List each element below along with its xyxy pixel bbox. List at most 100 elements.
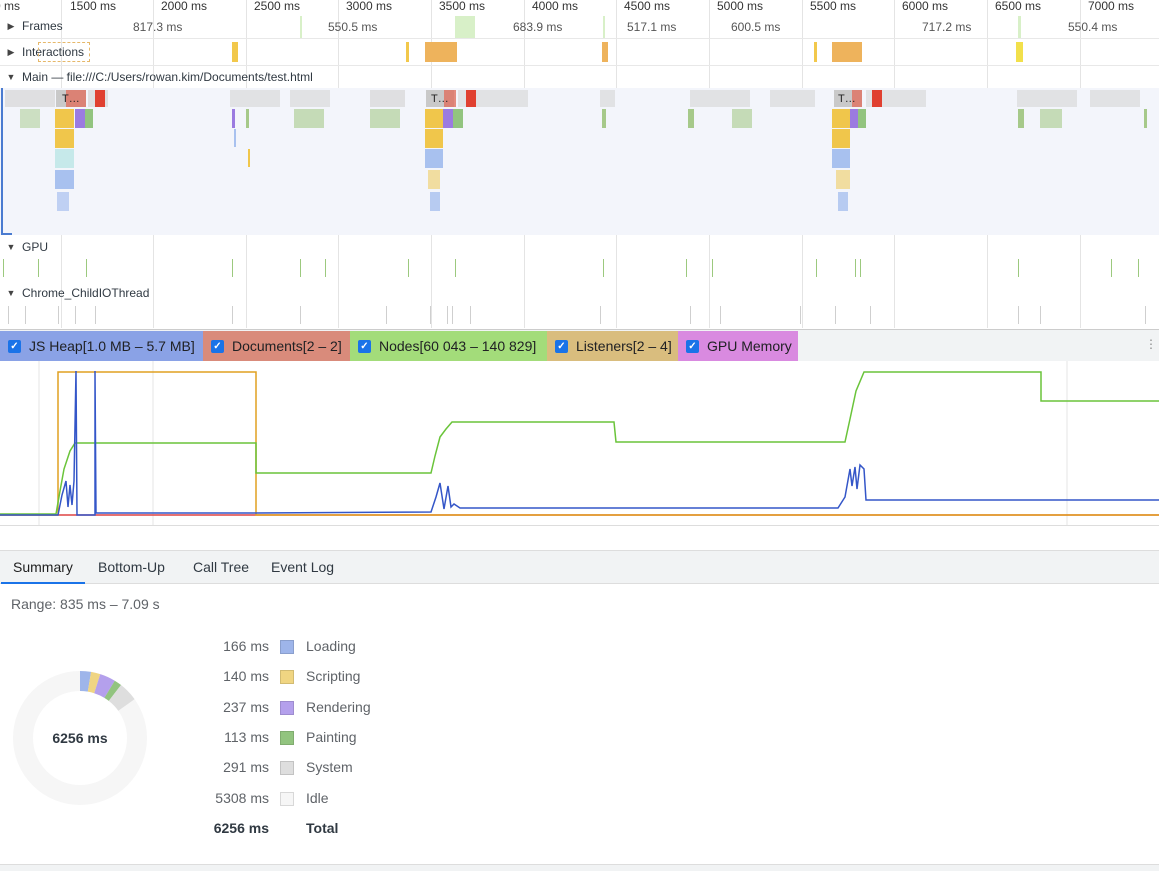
checkbox-checked-icon[interactable]: ✓ — [686, 339, 699, 353]
collapse-triangle-icon[interactable]: ▼ — [0, 288, 22, 298]
legend-label: Rendering — [306, 699, 371, 715]
legend-swatch — [280, 792, 294, 806]
checkbox-checked-icon[interactable]: ✓ — [211, 339, 224, 353]
counter-label: GPU Memory — [707, 338, 792, 354]
main-track-header[interactable]: ▼ Main — file:///C:/Users/rowan.kim/Docu… — [0, 67, 1159, 87]
divider — [0, 38, 1159, 39]
expand-triangle-icon[interactable]: ▶ — [0, 47, 22, 58]
legend-total-value: 6256 ms — [213, 820, 269, 836]
legend-value: 113 ms — [224, 729, 269, 745]
ruler-tick: 4500 ms — [624, 0, 671, 13]
interaction-block[interactable] — [38, 42, 90, 62]
track-title: Chrome_ChildIOThread — [22, 286, 150, 300]
checkbox-checked-icon[interactable]: ✓ — [358, 339, 371, 353]
collapse-triangle-icon[interactable]: ▼ — [0, 72, 22, 82]
interaction-block[interactable] — [1016, 42, 1023, 62]
interaction-block[interactable] — [406, 42, 409, 62]
checkbox-checked-icon[interactable]: ✓ — [8, 339, 21, 353]
checkbox-checked-icon[interactable]: ✓ — [555, 339, 568, 353]
io-thread-events[interactable] — [0, 304, 1159, 326]
ruler-tick: 4000 ms — [532, 0, 579, 13]
legend-value: 5308 ms — [215, 790, 269, 806]
counter-documents[interactable]: ✓ Documents[2 – 2] — [203, 331, 350, 361]
legend-row-painting: 113 ms Painting — [190, 729, 490, 749]
ruler-tick: 0 ms — [0, 0, 21, 13]
small-event-ticks — [20, 109, 1147, 167]
interaction-block[interactable] — [425, 42, 457, 62]
frame-block[interactable] — [300, 16, 302, 38]
tab-bottom-up[interactable]: Bottom-Up — [86, 551, 177, 584]
task-blocks — [56, 90, 882, 107]
frame-block[interactable] — [603, 16, 605, 38]
legend-value: 237 ms — [223, 699, 269, 715]
time-ruler[interactable]: 0 ms 1500 ms 2000 ms 2500 ms 3000 ms 350… — [0, 0, 1159, 14]
legend-total-label: Total — [306, 820, 339, 836]
legend-value: 140 ms — [223, 668, 269, 684]
memory-counter-graph[interactable] — [0, 361, 1159, 525]
interaction-block[interactable] — [232, 42, 238, 62]
counter-js-heap[interactable]: ✓ JS Heap[1.0 MB – 5.7 MB] — [0, 331, 203, 361]
legend-value: 291 ms — [223, 759, 269, 775]
details-tab-bar: Summary Bottom-Up Call Tree Event Log — [0, 550, 1159, 584]
counter-listeners[interactable]: ✓ Listeners[2 – 4] — [547, 331, 678, 361]
divider — [0, 525, 1159, 526]
tab-event-log[interactable]: Event Log — [259, 551, 346, 584]
tab-call-tree[interactable]: Call Tree — [181, 551, 261, 584]
counter-label: JS Heap[1.0 MB – 5.7 MB] — [29, 338, 195, 354]
legend-row-scripting: 140 ms Scripting — [190, 668, 490, 688]
io-thread-track-header[interactable]: ▼ Chrome_ChildIOThread — [0, 283, 1159, 303]
legend-label: Painting — [306, 729, 357, 745]
more-options-icon[interactable]: ⋮ — [1145, 337, 1157, 351]
legend-row-idle: 5308 ms Idle — [190, 790, 490, 810]
legend-label: Scripting — [306, 668, 361, 684]
frame-duration: 683.9 ms — [513, 20, 563, 34]
legend-label: Idle — [306, 790, 329, 806]
tab-summary[interactable]: Summary — [1, 551, 85, 584]
counter-label: Documents[2 – 2] — [232, 338, 342, 354]
frame-duration: 817.3 ms — [133, 20, 183, 34]
interaction-block[interactable] — [602, 42, 608, 62]
expand-triangle-icon[interactable]: ▶ — [0, 21, 22, 32]
main-flame-chart[interactable]: T… T… T… — [0, 88, 1159, 235]
frame-block[interactable] — [1018, 16, 1021, 38]
ruler-tick: 5000 ms — [717, 0, 764, 13]
idle-bars — [5, 90, 1140, 107]
frame-duration: 717.2 ms — [922, 20, 972, 34]
nodes-line — [0, 371, 1159, 515]
flame-chart-svg: T… T… T… — [5, 90, 1147, 211]
track-title: GPU — [22, 240, 49, 254]
legend-row-loading: 166 ms Loading — [190, 638, 490, 658]
divider — [0, 65, 1159, 66]
legend-row-system: 291 ms System — [190, 759, 490, 779]
track-title: Main — file:///C:/Users/rowan.kim/Docume… — [22, 70, 313, 84]
frame-duration: 600.5 ms — [731, 20, 781, 34]
collapse-triangle-icon[interactable]: ▼ — [0, 242, 22, 252]
legend-swatch — [280, 761, 294, 775]
interactions-track-header[interactable]: ▶ Interactions — [0, 42, 1159, 62]
gpu-track-events[interactable] — [0, 257, 1159, 279]
interaction-block[interactable] — [832, 42, 862, 62]
gpu-track-header[interactable]: ▼ GPU — [0, 237, 1159, 257]
legend-value: 166 ms — [223, 638, 269, 654]
frame-block[interactable] — [455, 16, 475, 38]
ruler-tick: 7000 ms — [1088, 0, 1135, 13]
task-label: T… — [62, 93, 80, 105]
bottom-status-strip — [0, 864, 1159, 871]
ruler-tick: 3500 ms — [439, 0, 486, 13]
main-track-bracket — [1, 88, 12, 235]
counter-gpu-memory[interactable]: ✓ GPU Memory — [678, 331, 798, 361]
legend-label: Loading — [306, 638, 356, 654]
counter-nodes[interactable]: ✓ Nodes[60 043 – 140 829] — [350, 331, 547, 361]
ruler-tick: 2500 ms — [254, 0, 301, 13]
task-label: T… — [838, 93, 856, 105]
memory-counters-bar: ✓ JS Heap[1.0 MB – 5.7 MB] ✓ Documents[2… — [0, 329, 1159, 361]
track-title: Frames — [22, 19, 63, 33]
ruler-tick: 3000 ms — [346, 0, 393, 13]
legend-swatch — [280, 731, 294, 745]
ruler-tick: 5500 ms — [810, 0, 857, 13]
legend-swatch — [280, 701, 294, 715]
interaction-block[interactable] — [814, 42, 817, 62]
ruler-tick: 2000 ms — [161, 0, 208, 13]
summary-range: Range: 835 ms – 7.09 s — [11, 596, 160, 612]
ruler-tick: 6000 ms — [902, 0, 949, 13]
